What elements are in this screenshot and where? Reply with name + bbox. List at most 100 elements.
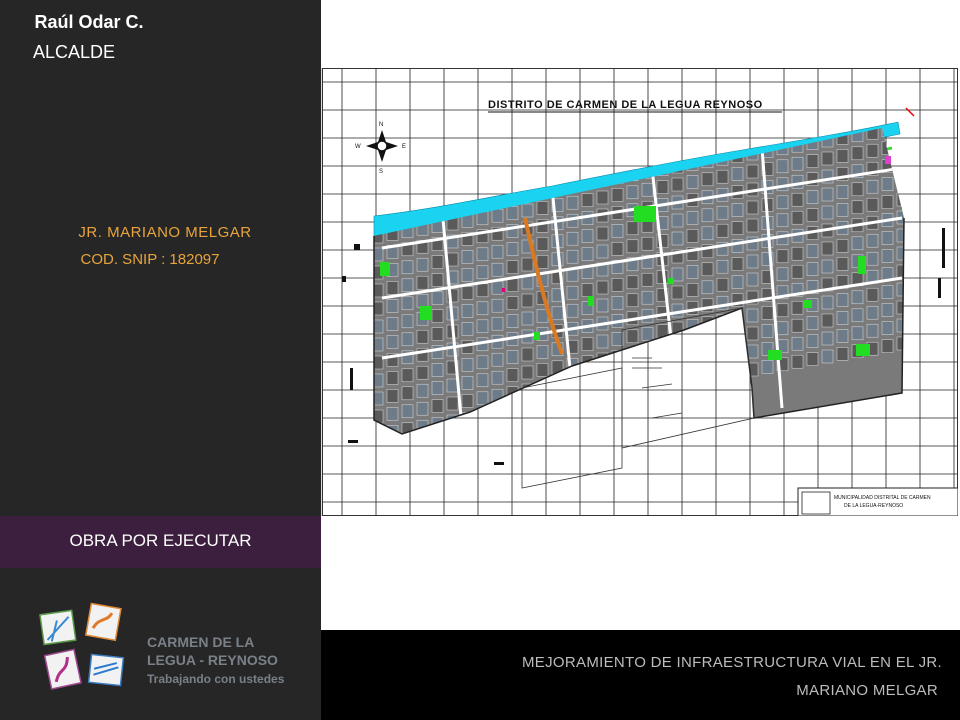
city-block bbox=[791, 246, 804, 261]
city-block bbox=[836, 311, 849, 325]
footer-bar: MEJORAMIENTO DE INFRAESTRUCTURA VIAL EN … bbox=[321, 630, 960, 720]
city-block bbox=[581, 157, 594, 171]
city-block bbox=[701, 208, 714, 223]
city-block bbox=[851, 326, 864, 341]
left-panel: Raúl Odar C. ALCALDE JR. MARIANO MELGAR … bbox=[0, 0, 321, 720]
city-block bbox=[566, 128, 579, 138]
city-block bbox=[401, 368, 414, 383]
city-block bbox=[746, 326, 759, 341]
city-block bbox=[611, 278, 624, 292]
city-block bbox=[491, 172, 504, 187]
city-block bbox=[506, 368, 519, 382]
city-block bbox=[791, 300, 804, 315]
city-block bbox=[461, 160, 474, 174]
city-block bbox=[686, 139, 699, 153]
city-block bbox=[401, 386, 414, 401]
city-block bbox=[506, 134, 519, 148]
city-block bbox=[476, 157, 489, 172]
city-block bbox=[581, 139, 594, 153]
city-block bbox=[821, 128, 834, 130]
city-block bbox=[866, 179, 879, 194]
city-block bbox=[851, 290, 864, 305]
city-block bbox=[821, 313, 834, 328]
city-block bbox=[641, 128, 654, 143]
city-block bbox=[881, 249, 894, 263]
city-block bbox=[476, 139, 489, 154]
city-block bbox=[431, 363, 444, 377]
map-title: DISTRITO DE CARMEN DE LA LEGUA REYNOSO bbox=[488, 99, 763, 111]
logo-tiles-icon bbox=[39, 602, 125, 690]
city-block bbox=[701, 128, 714, 133]
city-block bbox=[776, 267, 789, 282]
city-block bbox=[386, 407, 399, 421]
city-block bbox=[416, 329, 429, 344]
city-block bbox=[656, 360, 669, 374]
city-block bbox=[386, 173, 399, 187]
footer-title-line1: MEJORAMIENTO DE INFRAESTRUCTURA VIAL EN … bbox=[522, 654, 942, 671]
compass-west-label: W bbox=[355, 144, 361, 150]
city-block bbox=[701, 370, 714, 385]
city-block bbox=[776, 128, 789, 138]
city-block bbox=[446, 162, 459, 177]
city-block bbox=[731, 257, 744, 271]
city-block bbox=[431, 327, 444, 341]
city-block bbox=[701, 136, 714, 151]
city-block bbox=[836, 239, 849, 253]
city-block bbox=[536, 201, 549, 215]
city-block bbox=[401, 188, 414, 203]
city-block bbox=[806, 316, 819, 330]
city-block bbox=[626, 347, 639, 362]
city-block bbox=[686, 211, 699, 225]
city-block bbox=[581, 391, 594, 405]
city-block bbox=[461, 286, 474, 300]
city-block bbox=[506, 170, 519, 184]
city-block bbox=[686, 337, 699, 351]
city-block bbox=[671, 128, 684, 138]
city-block bbox=[881, 339, 894, 353]
city-block bbox=[716, 259, 729, 274]
city-block bbox=[386, 281, 399, 295]
city-block bbox=[416, 365, 429, 380]
city-block bbox=[596, 128, 609, 133]
city-block bbox=[881, 285, 894, 299]
city-block bbox=[777, 88, 788, 101]
city-block bbox=[386, 155, 399, 169]
city-block bbox=[506, 242, 519, 256]
city-block bbox=[897, 68, 908, 80]
city-block bbox=[521, 257, 534, 272]
logo-tagline: Trabajando con ustedes bbox=[147, 672, 285, 686]
city-block bbox=[822, 98, 833, 111]
city-block bbox=[897, 85, 908, 98]
city-block bbox=[491, 244, 504, 259]
city-block bbox=[374, 193, 384, 208]
city-block bbox=[731, 203, 744, 217]
city-block bbox=[476, 175, 489, 190]
city-block bbox=[701, 280, 714, 295]
city-block bbox=[896, 156, 904, 171]
city-block bbox=[686, 229, 699, 243]
city-block bbox=[701, 262, 714, 277]
city-block bbox=[626, 149, 639, 164]
project-name: JR. MARIANO MELGAR bbox=[78, 224, 252, 241]
city-block bbox=[851, 236, 864, 251]
city-block bbox=[731, 347, 744, 361]
city-block bbox=[416, 185, 429, 200]
city-block bbox=[506, 350, 519, 364]
city-block bbox=[821, 295, 834, 310]
city-block bbox=[686, 283, 699, 297]
city-block bbox=[566, 249, 579, 264]
city-block bbox=[566, 303, 579, 318]
city-block bbox=[731, 311, 744, 325]
city-block bbox=[791, 336, 804, 351]
city-block bbox=[551, 396, 564, 411]
city-block bbox=[851, 146, 864, 161]
city-block bbox=[716, 169, 729, 184]
city-block bbox=[671, 357, 684, 372]
city-block bbox=[581, 337, 594, 351]
city-block bbox=[446, 144, 459, 159]
city-block bbox=[506, 296, 519, 310]
city-block bbox=[596, 190, 609, 205]
city-block bbox=[581, 229, 594, 243]
city-block bbox=[626, 185, 639, 200]
city-block bbox=[806, 154, 819, 168]
